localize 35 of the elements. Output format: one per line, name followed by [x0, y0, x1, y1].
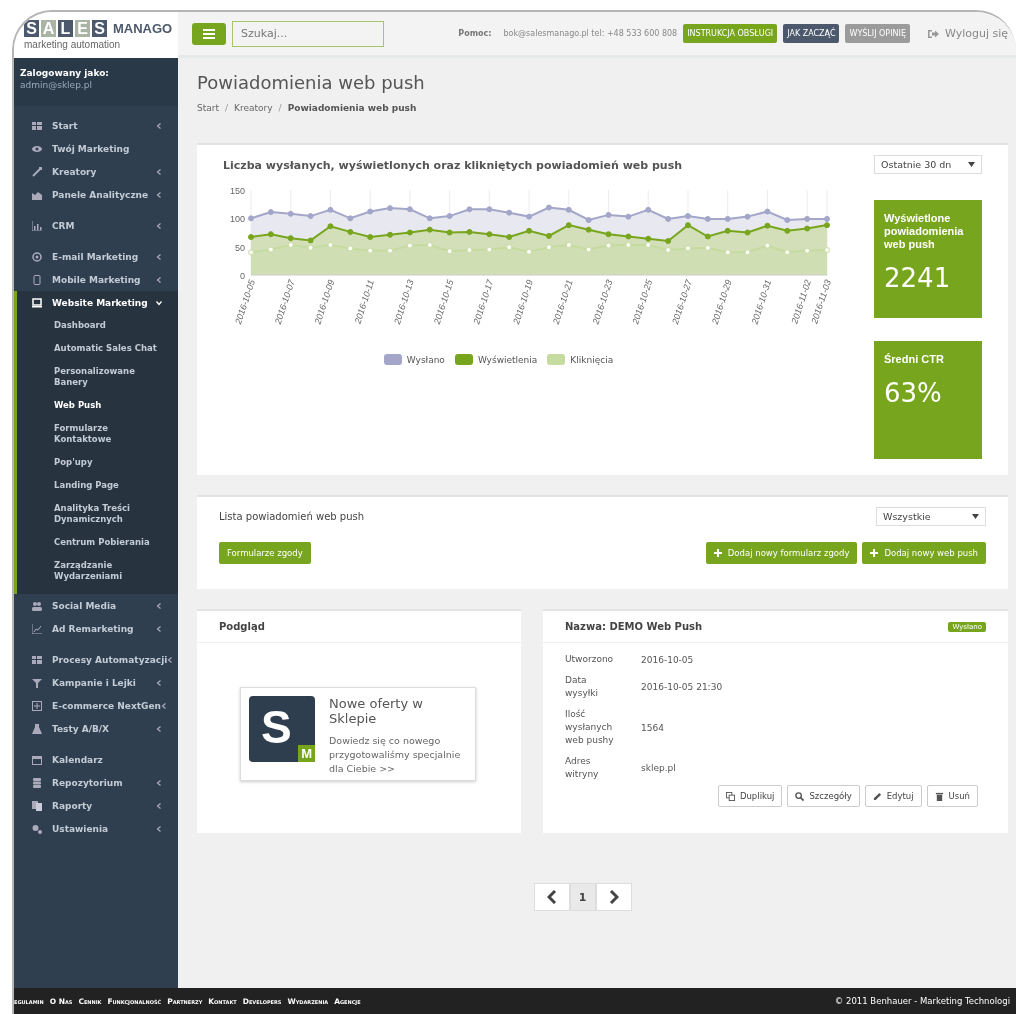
- axis-tick-label: 50: [235, 242, 245, 253]
- logo: S A L E S MANAGO marketing automation: [24, 20, 173, 50]
- list-title: Lista powiadomień web push: [219, 511, 365, 522]
- notification-logo: S M: [249, 696, 315, 762]
- stat-label: Średni CTR: [884, 353, 945, 366]
- user-label: Zalogowany jako:: [20, 68, 110, 78]
- legend-label: Wyświetlenia: [477, 354, 538, 365]
- axis-tick-label: 0: [240, 271, 245, 281]
- copyright-text: © 2011 Benhauer - Marketing Technologi: [834, 996, 1010, 1006]
- detail-value: sklep.pl: [641, 763, 676, 773]
- detail-label: Ilość wysłanych web pushy: [565, 708, 615, 747]
- user-email: admin@sklep.pl: [20, 80, 93, 90]
- axis-tick-label: 150: [229, 186, 245, 196]
- detail-value: 1564: [641, 722, 664, 733]
- help-label: Pomoc:: [458, 29, 492, 38]
- detail-label: Data wysyłki: [565, 674, 599, 700]
- stat-label: Wyświetlone powiadomienia web push: [884, 212, 965, 251]
- details-title: Nazwa: DEMO Web Push: [565, 621, 703, 632]
- page-title: Powiadomienia web push: [197, 72, 426, 93]
- notification-title: Nowe oferty w Sklepie: [329, 696, 424, 726]
- axis-tick-label: 100: [229, 214, 245, 225]
- legend-label: Wysłano: [406, 354, 445, 365]
- detail-label: Adres witryny: [565, 755, 600, 781]
- stat-value: 63%: [884, 378, 943, 408]
- breadcrumb-separator: /: [278, 103, 282, 113]
- detail-label: Utworzono: [565, 653, 615, 666]
- legend-label: Kliknięcia: [570, 354, 614, 365]
- detail-value: 2016-10-05 21:30: [641, 682, 723, 692]
- stat-value: 2241: [884, 263, 952, 293]
- notification-body: Dowiedz się co nowego przygotowaliśmy specjalnie dla Ciebie >>: [329, 734, 462, 776]
- contact-text: bok@salesmanago.pl tel: +48 533 600 808: [503, 29, 678, 38]
- detail-value: 2016-10-05: [641, 654, 694, 665]
- breadcrumb-separator: /: [225, 103, 229, 113]
- preview-title: Podgląd: [197, 611, 521, 643]
- chart-title: Liczba wysłanych, wyświetlonych oraz klikniętych powiadomień web push: [223, 159, 684, 172]
